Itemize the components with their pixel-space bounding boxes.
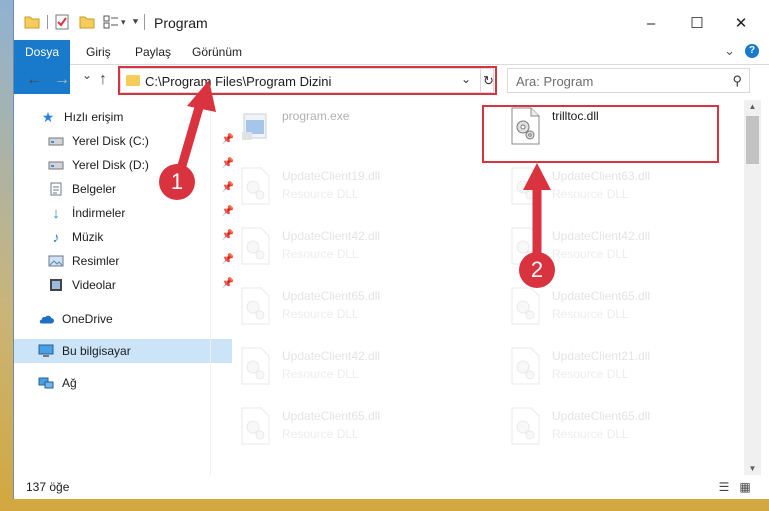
explorer-window: ▾ ⯆ Program – ☐ ✕ Dosya Giriş Paylaş Gör… (13, 0, 769, 499)
arrowhead-2 (523, 163, 551, 190)
annotation-arrows (174, 80, 551, 259)
step-badge-2: 2 (519, 252, 555, 288)
arrowhead-1 (187, 80, 216, 112)
step-badge-1: 1 (159, 164, 195, 200)
